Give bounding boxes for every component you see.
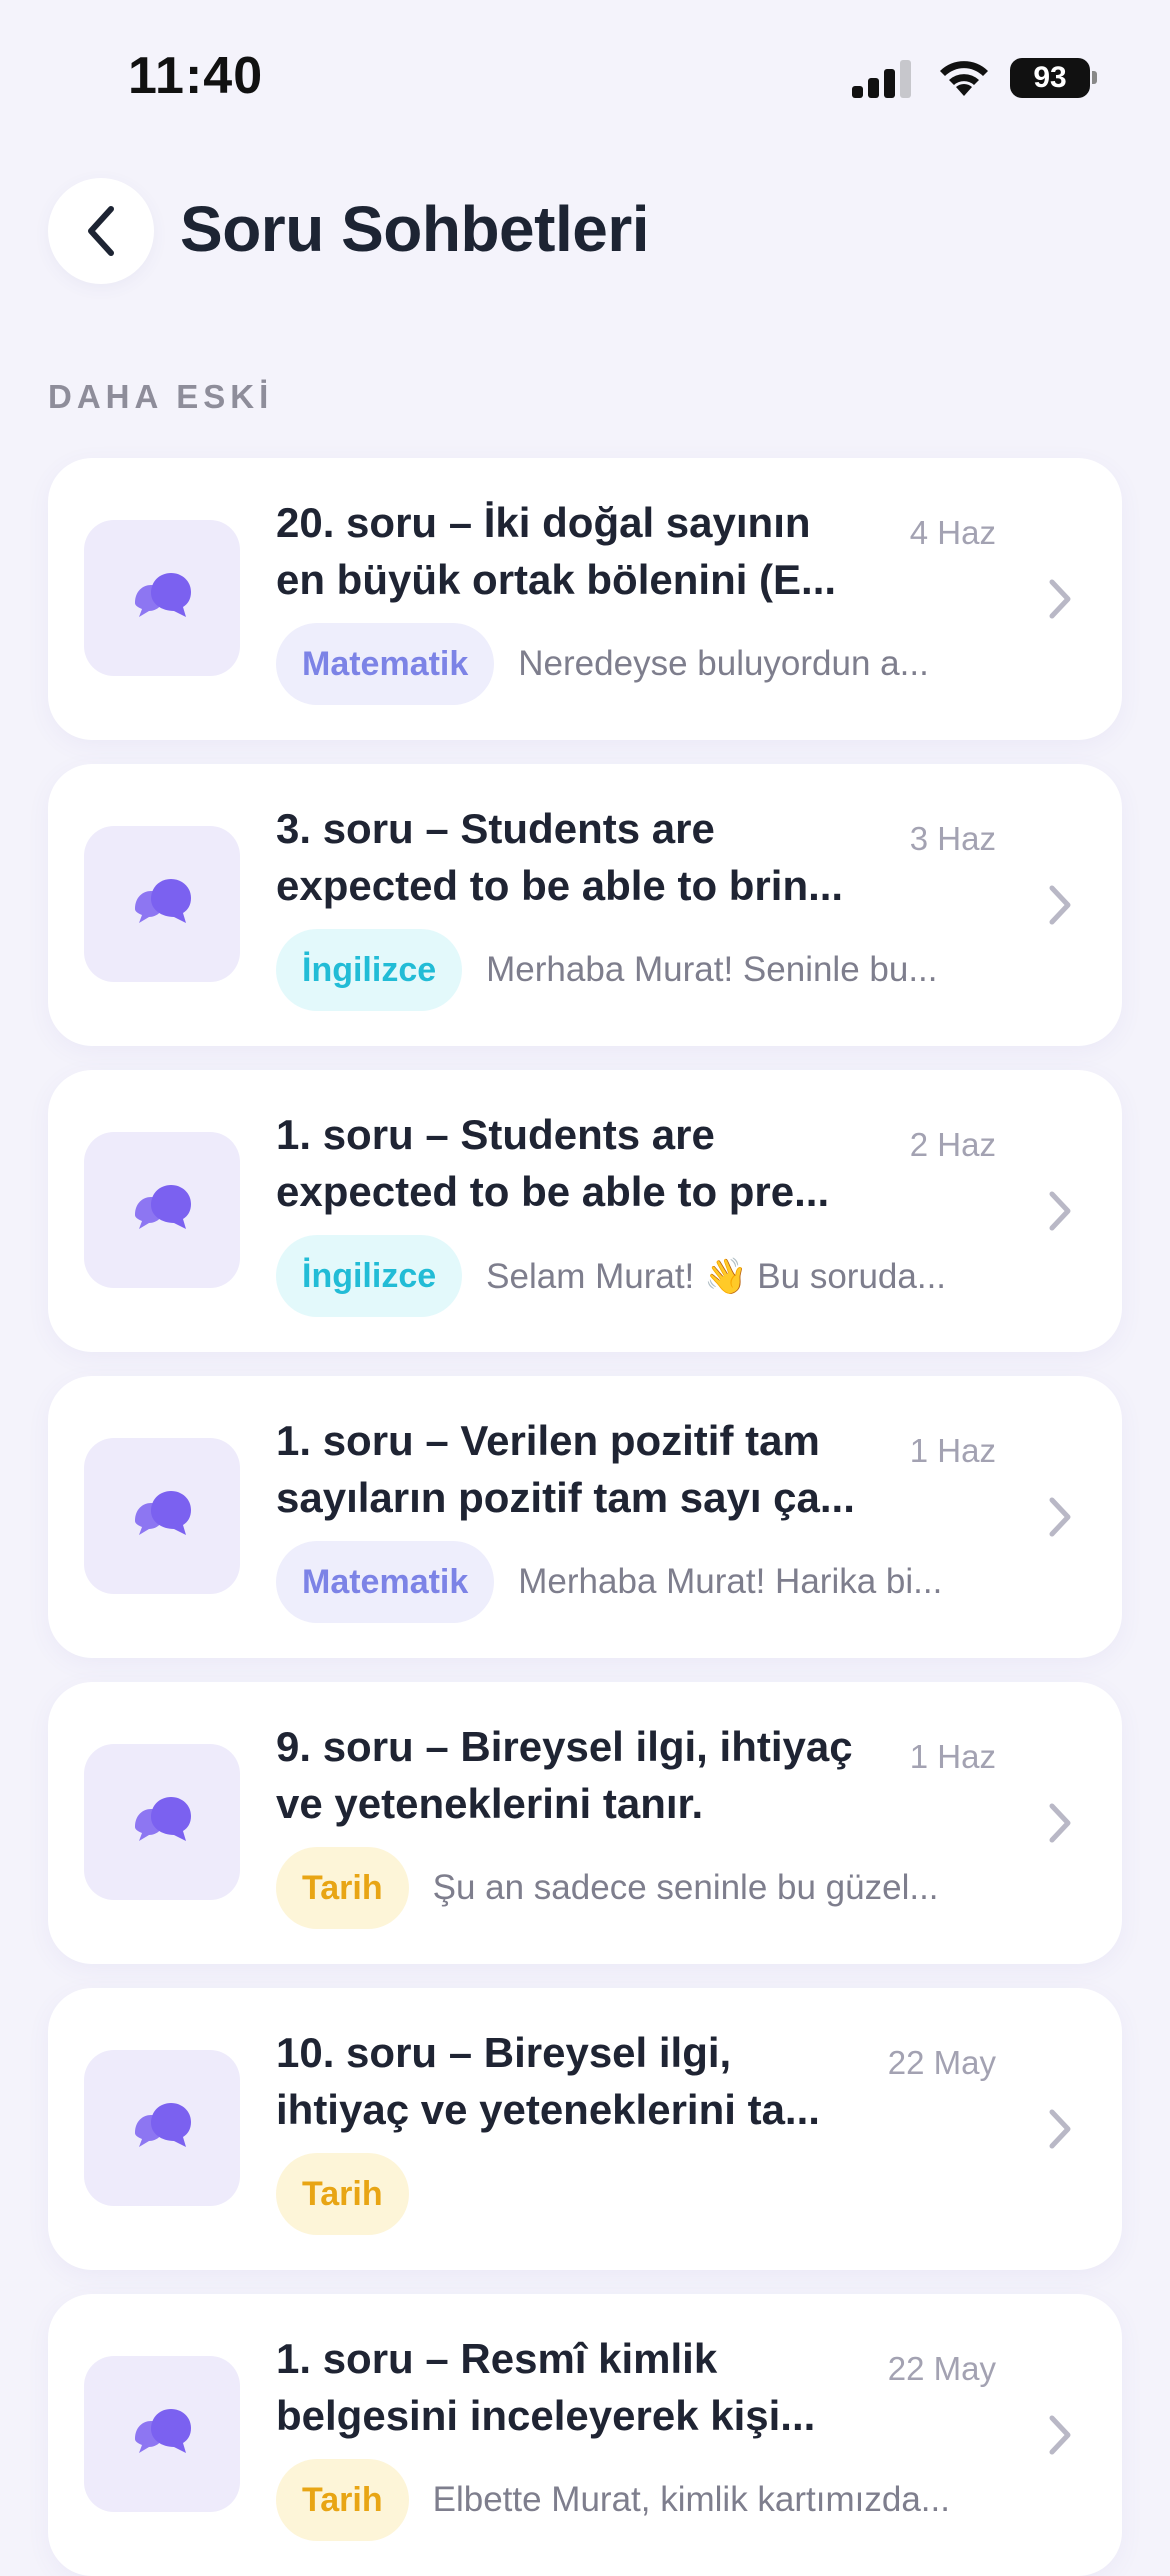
chevron-right-icon: [1049, 2415, 1071, 2455]
conversation-card-2[interactable]: 3. soru – Students are expected to be ab…: [48, 764, 1122, 1046]
chat-bubbles-icon: [135, 2409, 191, 2453]
conversation-card-1[interactable]: 20. soru – İki doğal sayının en büyük or…: [48, 458, 1122, 740]
conversation-meta: Tarih Şu an sadece seninle bu güzel...: [276, 1846, 1056, 1930]
chat-icon-box: [84, 520, 240, 676]
subject-tag: Matematik: [276, 1541, 495, 1623]
conversation-card-4[interactable]: 1. soru – Verilen pozitif tam sayıların …: [48, 1376, 1122, 1658]
page-title: Soru Sohbetleri: [180, 193, 650, 265]
header: Soru Sohbetleri: [0, 176, 1170, 286]
conversation-title-line2: ve yeteneklerini tanır.: [276, 1780, 704, 1827]
message-preview: Neredeyse buluyordun a...: [518, 644, 929, 683]
chat-bubbles-icon: [135, 573, 191, 617]
chevron-right-icon: [1049, 885, 1071, 925]
subject-tag: Matematik: [276, 623, 495, 705]
conversation-date: 22 May: [887, 2044, 996, 2081]
conversation-title-line1: 9. soru – Bireysel ilgi, ihtiyaç: [276, 1723, 853, 1770]
chat-bubbles-icon: [135, 1797, 191, 1841]
chevron-right-icon: [1049, 2109, 1071, 2149]
message-preview: Selam Murat! 👋 Bu soruda...: [486, 1256, 947, 1296]
chat-bubbles-icon: [135, 1185, 191, 1229]
chat-icon-box: [84, 1744, 240, 1900]
battery-icon: 93: [1010, 58, 1090, 98]
chat-icon-box: [84, 1132, 240, 1288]
chat-icon-box: [84, 2050, 240, 2206]
conversation-title-line1: 3. soru – Students are: [276, 805, 715, 852]
message-preview: Elbette Murat, kimlik kartımızda...: [432, 2480, 950, 2519]
chevron-left-icon: [88, 206, 114, 256]
battery-cap: [1092, 71, 1097, 84]
wifi-icon: [940, 61, 988, 96]
conversation-date: 22 May: [887, 2350, 996, 2387]
conversation-date: 4 Haz: [909, 514, 996, 551]
conversation-meta: Matematik Neredeyse buluyordun a...: [276, 622, 1056, 706]
chat-bubbles-icon: [135, 879, 191, 923]
conversation-meta: Tarih: [276, 2152, 1056, 2236]
chevron-right-icon: [1049, 1191, 1071, 1231]
chevron-right-icon: [1049, 1497, 1071, 1537]
conversation-card-7[interactable]: 1. soru – Resmî kimlik belgesini inceley…: [48, 2294, 1122, 2576]
conversation-title-line2: en büyük ortak bölenini (E...: [276, 556, 837, 603]
conversation-title: 1. soru – Verilen pozitif tam sayıların …: [276, 1412, 866, 1526]
chat-icon-box: [84, 1438, 240, 1594]
cellular-signal-icon: [852, 60, 914, 98]
status-icons: 93: [852, 56, 1102, 100]
conversation-title-line2: expected to be able to pre...: [276, 1168, 830, 1215]
subject-tag: İngilizce: [276, 1235, 463, 1317]
conversation-title-line2: sayıların pozitif tam sayı ça...: [276, 1474, 855, 1521]
chat-bubbles-icon: [135, 2103, 191, 2147]
conversation-title: 3. soru – Students are expected to be ab…: [276, 800, 866, 914]
conversation-date: 1 Haz: [909, 1432, 996, 1469]
conversation-card-6[interactable]: 10. soru – Bireysel ilgi, ihtiyaç ve yet…: [48, 1988, 1122, 2270]
chat-icon-box: [84, 2356, 240, 2512]
conversation-card-3[interactable]: 1. soru – Students are expected to be ab…: [48, 1070, 1122, 1352]
conversation-title-line1: 20. soru – İki doğal sayının: [276, 499, 811, 546]
subject-tag: Tarih: [276, 2459, 409, 2541]
conversation-meta: Matematik Merhaba Murat! Harika bi...: [276, 1540, 1056, 1624]
chevron-right-icon: [1049, 579, 1071, 619]
conversation-title: 20. soru – İki doğal sayının en büyük or…: [276, 494, 866, 608]
conversation-meta: İngilizce Merhaba Murat! Seninle bu...: [276, 928, 1056, 1012]
chevron-right-icon: [1049, 1803, 1071, 1843]
subject-tag: Tarih: [276, 1847, 409, 1929]
conversation-date: 2 Haz: [909, 1126, 996, 1163]
chat-bubbles-icon: [135, 1491, 191, 1535]
conversation-title-line1: 1. soru – Verilen pozitif tam: [276, 1417, 820, 1464]
conversation-title-line2: ihtiyaç ve yeteneklerini ta...: [276, 2086, 820, 2133]
conversation-title: 9. soru – Bireysel ilgi, ihtiyaç ve yete…: [276, 1718, 866, 1832]
conversation-card-5[interactable]: 9. soru – Bireysel ilgi, ihtiyaç ve yete…: [48, 1682, 1122, 1964]
subject-tag: Tarih: [276, 2153, 409, 2235]
message-preview: Şu an sadece seninle bu güzel...: [432, 1868, 939, 1907]
conversation-title-line1: 10. soru – Bireysel ilgi,: [276, 2029, 732, 2076]
conversation-title-line1: 1. soru – Students are: [276, 1111, 715, 1158]
conversation-title: 1. soru – Students are expected to be ab…: [276, 1106, 866, 1220]
conversation-title-line1: 1. soru – Resmî kimlik: [276, 2335, 718, 2382]
conversation-meta: Tarih Elbette Murat, kimlik kartımızda..…: [276, 2458, 1056, 2542]
message-preview: Merhaba Murat! Seninle bu...: [486, 950, 938, 989]
conversation-title: 1. soru – Resmî kimlik belgesini inceley…: [276, 2330, 866, 2444]
conversation-date: 1 Haz: [909, 1738, 996, 1775]
status-time: 11:40: [128, 47, 264, 105]
message-preview: Merhaba Murat! Harika bi...: [518, 1562, 943, 1601]
status-bar: 11:40 93: [0, 0, 1170, 150]
chat-icon-box: [84, 826, 240, 982]
conversation-title: 10. soru – Bireysel ilgi, ihtiyaç ve yet…: [276, 2024, 866, 2138]
back-button[interactable]: [48, 178, 154, 284]
subject-tag: İngilizce: [276, 929, 463, 1011]
conversation-title-line2: expected to be able to brin...: [276, 862, 844, 909]
conversation-meta: İngilizce Selam Murat! 👋 Bu soruda...: [276, 1234, 1056, 1318]
conversation-date: 3 Haz: [909, 820, 996, 857]
conversation-title-line2: belgesini inceleyerek kişi...: [276, 2392, 816, 2439]
section-label: DAHA ESKİ: [48, 378, 274, 415]
